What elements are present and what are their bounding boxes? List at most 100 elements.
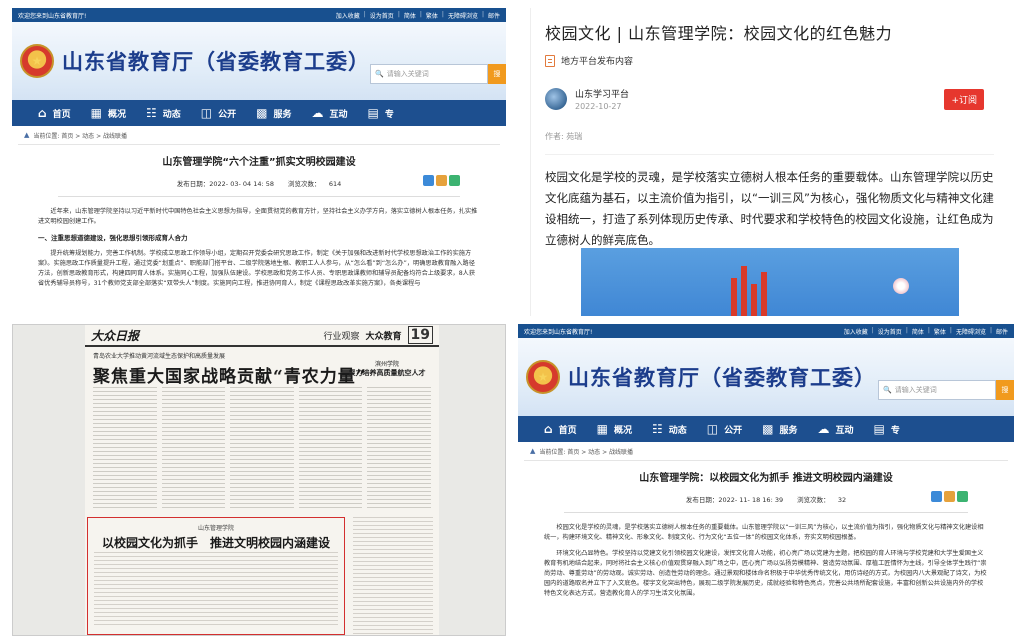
nav-interact[interactable]: ☁ 互动: [311, 107, 347, 120]
search-box: 🔍 请输入关键词 搜: [878, 380, 1014, 400]
newspaper-header: 大众日报 行业观察 大众教育 19: [85, 325, 439, 347]
link-mail[interactable]: 邮件: [488, 11, 500, 20]
nav-label: 互动: [329, 109, 348, 120]
separator: |: [989, 326, 992, 334]
nav-special[interactable]: ▤ 专: [367, 107, 393, 120]
nav-special[interactable]: ▤ 专: [873, 423, 899, 436]
link-simplified[interactable]: 简体: [404, 11, 416, 20]
breadcrumb-text[interactable]: 当前位置: 首页 > 动态 > 战线联播: [33, 131, 127, 140]
side-kicker: 滨州学院: [374, 361, 399, 368]
views-count: 32: [837, 496, 847, 504]
text-column: [93, 387, 157, 511]
text-column: [230, 387, 294, 511]
source-row: 地方平台发布内容: [531, 48, 1008, 73]
search-input[interactable]: 🔍 请输入关键词: [878, 380, 996, 400]
publish-date: 2022-10-27: [575, 102, 622, 111]
separator: |: [871, 326, 874, 334]
avatar[interactable]: [545, 88, 567, 110]
separator: |: [363, 10, 366, 18]
nav-home[interactable]: ⌂ 首页: [38, 107, 71, 120]
panel-education-article-1: 欢迎您来到山东省教育厅! 加入收藏 | 设为首页 | 简体 | 繁体 | 无障碍浏览 | …: [12, 8, 506, 316]
link-accessibility[interactable]: 无障碍浏览: [448, 11, 478, 20]
link-mail[interactable]: 邮件: [996, 327, 1008, 336]
box-headline: 以校园文化为抓手 推进文明校园内涵建设: [101, 536, 330, 550]
share-weibo-icon[interactable]: [436, 175, 447, 186]
separator: |: [927, 326, 930, 334]
chat-icon: ☁: [311, 106, 324, 120]
link-favorite[interactable]: 加入收藏: [844, 327, 868, 336]
nav-overview[interactable]: ▦ 概况: [597, 423, 632, 436]
search-placeholder: 请输入关键词: [894, 386, 937, 394]
search-input[interactable]: 🔍 请输入关键词: [370, 64, 488, 84]
nav-home[interactable]: ⌂ 首页: [544, 423, 577, 436]
site-title: 山东省教育厅（省委教育工委）: [568, 366, 876, 390]
page-number: 19: [407, 326, 433, 344]
nav-news[interactable]: ☷ 动态: [146, 107, 181, 120]
box-text: [94, 552, 338, 628]
search-button[interactable]: 搜: [488, 64, 506, 84]
screenshot-collage: 欢迎您来到山东省教育厅! 加入收藏 | 设为首页 | 简体 | 繁体 | 无障碍浏览 | …: [0, 0, 1024, 640]
paragraph: 校园文化是学校的灵魂，是学校落实立德树人根本任务的重要载体。山东管理学院以“一训…: [544, 524, 984, 541]
share-buttons: [423, 175, 460, 186]
link-homepage[interactable]: 设为首页: [878, 327, 902, 336]
nav-service[interactable]: ▩ 服务: [256, 107, 291, 120]
link-favorite[interactable]: 加入收藏: [336, 11, 360, 20]
article-image: [581, 248, 959, 316]
link-traditional[interactable]: 繁体: [934, 327, 946, 336]
share-wechat-icon[interactable]: [957, 491, 968, 502]
search-icon: 🔍: [375, 70, 384, 78]
views-field: 浏览次数： 32: [797, 494, 846, 504]
breadcrumb: ▲ 当前位置: 首页 > 动态 > 战线联播: [518, 442, 1014, 460]
views-field: 浏览次数： 614: [288, 178, 341, 188]
link-homepage[interactable]: 设为首页: [370, 11, 394, 20]
newspaper-header-right: 行业观察 大众教育 19: [323, 326, 433, 344]
source-label: 地方平台发布内容: [561, 57, 634, 67]
search-button[interactable]: 搜: [996, 380, 1014, 400]
article-body: 校园文化是学校的灵魂，是学校落实立德树人根本任务的重要载体。山东管理学院以“一训…: [524, 513, 1008, 599]
text-column: [367, 387, 431, 511]
top-bar: 欢迎您来到山东省教育厅! 加入收藏 | 设为首页 | 简体 | 繁体 | 无障碍浏览 | …: [12, 8, 506, 22]
author-name[interactable]: 山东学习平台: [575, 87, 629, 100]
link-traditional[interactable]: 繁体: [426, 11, 438, 20]
nav-public[interactable]: ◫ 公开: [201, 107, 236, 120]
text-column: [298, 387, 363, 511]
text-columns: [93, 387, 431, 511]
link-accessibility[interactable]: 无障碍浏览: [956, 327, 986, 336]
article-title: 山东管理学院：以校园文化为抓手 推进文明校园内涵建设: [639, 473, 893, 484]
share-qzone-icon[interactable]: [931, 491, 942, 502]
location-icon: ▲: [24, 131, 30, 139]
image-red-pillar: [741, 266, 747, 316]
news-icon: ☷: [651, 422, 663, 436]
nav-overview[interactable]: ▦ 概况: [91, 107, 126, 120]
link-simplified[interactable]: 简体: [912, 327, 924, 336]
nav-label: 动态: [668, 425, 687, 436]
side-story: 滨州学院 聚力培养高质量航空人才: [345, 359, 429, 378]
share-qzone-icon[interactable]: [423, 175, 434, 186]
location-icon: ▲: [530, 447, 536, 455]
nav-label: 首页: [558, 425, 577, 436]
main-nav: ⌂ 首页 ▦ 概况 ☷ 动态 ◫ 公开 ▩ 服务 ☁ 互动 ▤ 专: [518, 416, 1014, 442]
nav-label: 专: [384, 109, 394, 120]
nav-public[interactable]: ◫ 公开: [707, 423, 742, 436]
panel-newspaper: 大众日报 行业观察 大众教育 19 青岛农业大学推动黄河流域生态保护和高质量发展…: [12, 324, 506, 636]
separator: |: [949, 326, 952, 334]
breadcrumb-text[interactable]: 当前位置: 首页 > 动态 > 战线联播: [539, 447, 633, 456]
top-bar: 欢迎您来到山东省教育厅! 加入收藏 | 设为首页 | 简体 | 繁体 | 无障碍浏览 | …: [518, 324, 1014, 338]
search-box: 🔍 请输入关键词 搜: [370, 64, 506, 84]
highlighted-story: 山东管理学院 以校园文化为抓手 推进文明校园内涵建设: [87, 517, 345, 635]
publish-date-field: 发布日期：2022- 03- 04 14: 58: [177, 178, 274, 188]
subscribe-button[interactable]: +订阅: [944, 89, 984, 110]
nav-label: 公开: [218, 109, 237, 120]
share-weibo-icon[interactable]: [944, 491, 955, 502]
separator: |: [419, 10, 422, 18]
article-meta: 发布日期：2022- 03- 04 14: 58 浏览次数： 614: [58, 175, 460, 197]
nav-service[interactable]: ▩ 服务: [762, 423, 797, 436]
share-buttons: [931, 491, 968, 502]
share-wechat-icon[interactable]: [449, 175, 460, 186]
site-title: 山东省教育厅（省委教育工委）: [62, 50, 370, 74]
nav-interact[interactable]: ☁ 互动: [817, 423, 853, 436]
separator: |: [905, 326, 908, 334]
newspaper-logo: 大众日报: [91, 328, 140, 343]
separator: |: [397, 10, 400, 18]
nav-news[interactable]: ☷ 动态: [652, 423, 687, 436]
